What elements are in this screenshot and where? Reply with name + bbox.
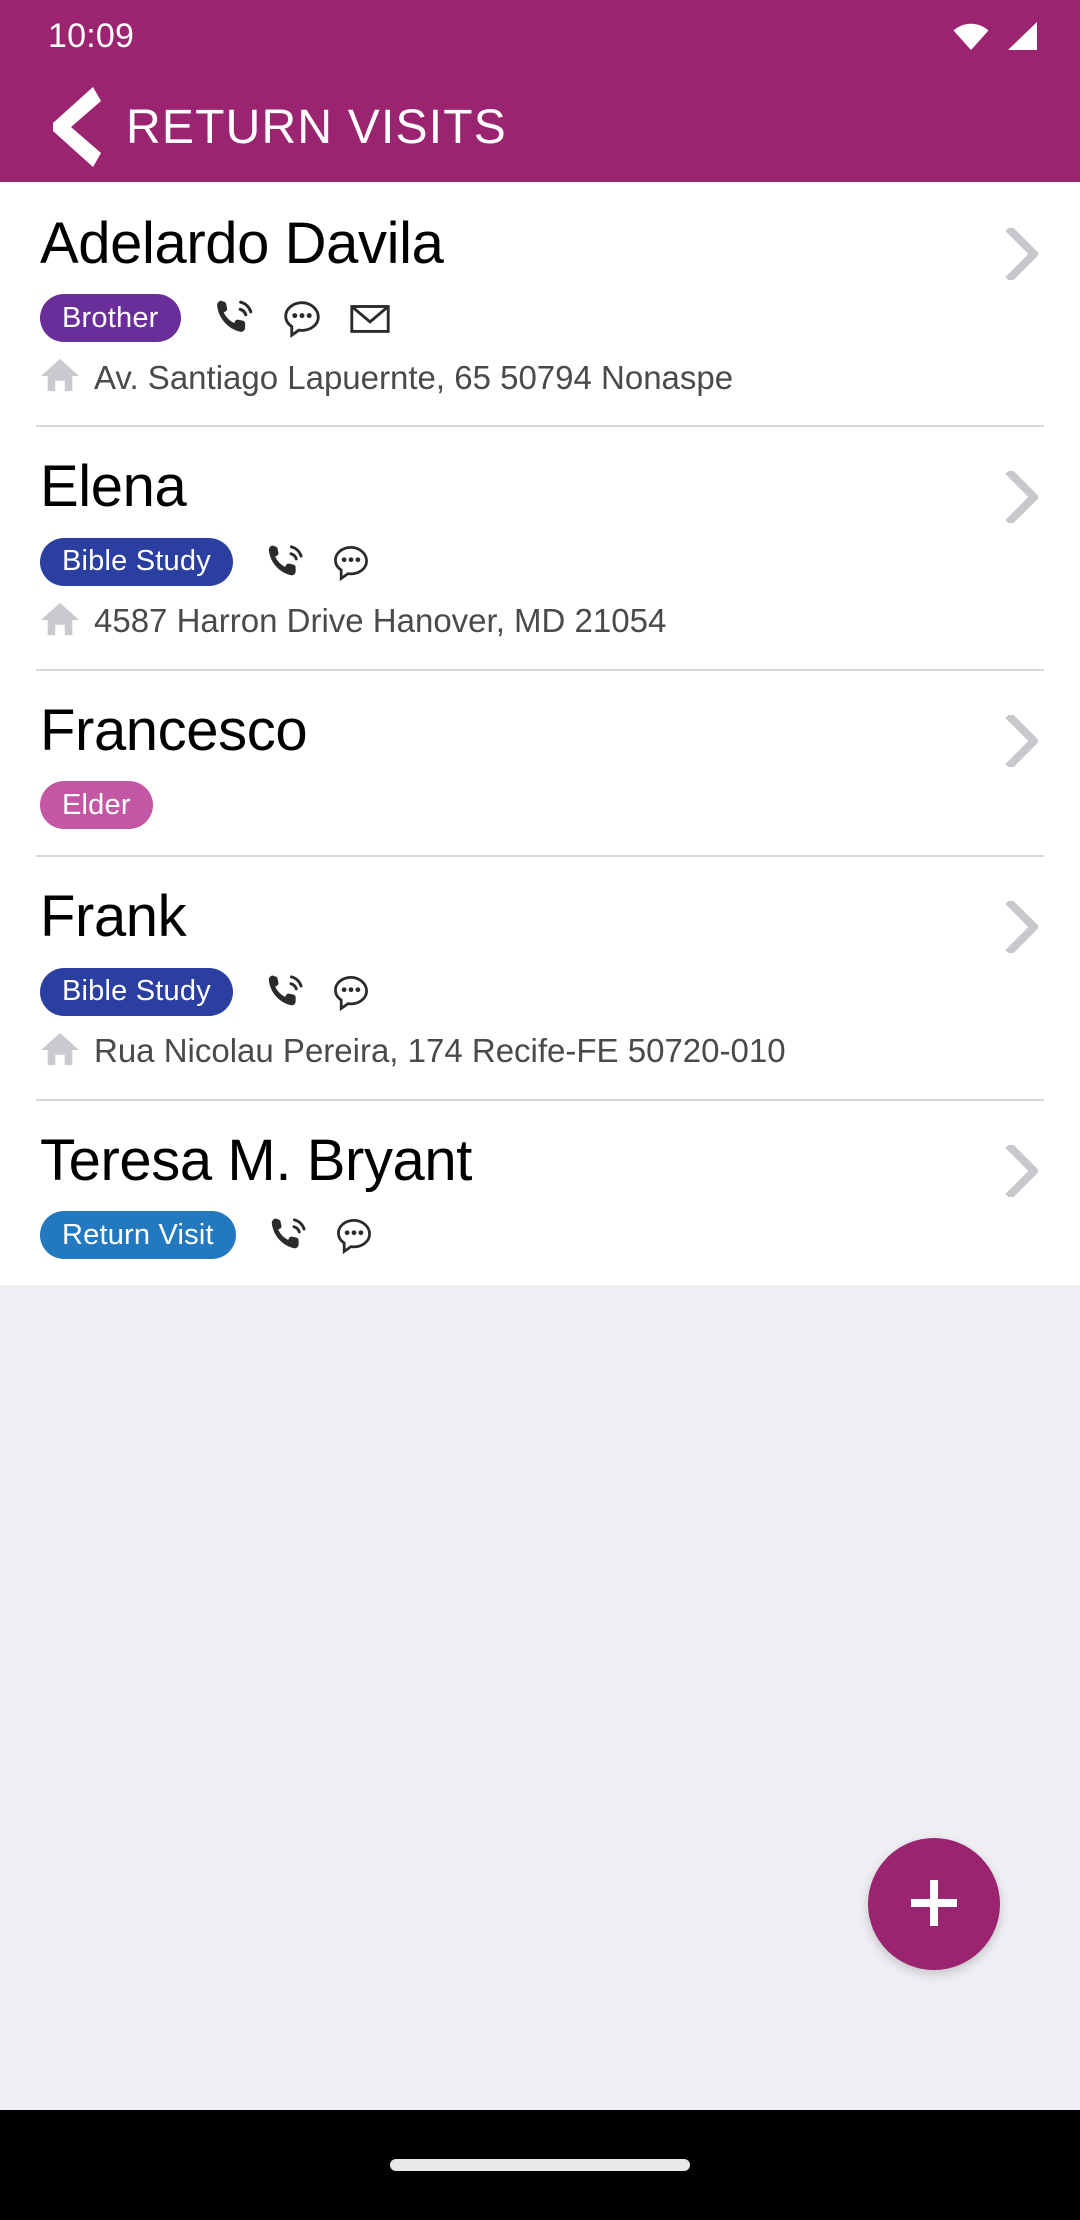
list-item[interactable]: Frank Bible Study [0,855,1080,1098]
system-nav-bar [0,2110,1080,2220]
contact-address: 4587 Harron Drive Hanover, MD 21054 [94,602,666,640]
contact-meta-row: Bible Study [40,968,1046,1016]
status-badge[interactable]: Brother [40,294,181,342]
home-icon [40,1030,80,1073]
divider [36,855,1044,857]
status-bar-icons [952,21,1038,51]
phone-icon[interactable] [266,1213,310,1257]
back-chevron-icon[interactable] [40,85,112,169]
list-item[interactable]: Elena Bible Study [0,425,1080,668]
contact-actions [211,295,393,341]
contact-actions [266,1213,376,1257]
contact-address-row: Av. Santiago Lapuernte, 65 50794 Nonaspe [40,356,1046,399]
app-screen: 10:09 RETURN VISITS Adelardo D [0,0,1080,2220]
contact-address: Av. Santiago Lapuernte, 65 50794 Nonaspe [94,359,733,397]
list-item[interactable]: Teresa M. Bryant Return Visit [0,1099,1080,1285]
add-contact-fab[interactable] [868,1838,1000,1970]
message-icon[interactable] [329,970,373,1014]
page-title: RETURN VISITS [126,100,507,155]
contact-actions [263,970,373,1014]
divider [36,1099,1044,1101]
plus-icon [903,1872,965,1937]
chevron-right-icon[interactable] [1004,228,1038,285]
contact-actions [263,540,373,584]
contact-meta-row: Return Visit [40,1211,1046,1259]
contact-name: Elena [40,453,1046,521]
empty-content-area [0,1285,1080,2110]
contact-name: Frank [40,883,1046,951]
message-icon[interactable] [329,540,373,584]
list-item[interactable]: Francesco Elder [0,669,1080,855]
email-icon[interactable] [347,295,393,341]
message-icon[interactable] [279,295,325,341]
status-clock: 10:09 [48,17,134,56]
contact-meta-row: Bible Study [40,538,1046,586]
contact-list: Adelardo Davila Brother [0,182,1080,1285]
contact-name: Teresa M. Bryant [40,1127,1046,1195]
status-badge[interactable]: Return Visit [40,1211,236,1259]
status-bar: 10:09 [0,0,1080,72]
home-icon [40,600,80,643]
list-item[interactable]: Adelardo Davila Brother [0,182,1080,425]
chevron-right-icon[interactable] [1004,901,1038,958]
contact-address-row: Rua Nicolau Pereira, 174 Recife-FE 50720… [40,1030,1046,1073]
status-badge[interactable]: Bible Study [40,968,233,1016]
contact-meta-row: Brother [40,294,1046,342]
signal-icon [1004,21,1038,51]
contact-name: Adelardo Davila [40,210,1046,278]
divider [36,669,1044,671]
contact-name: Francesco [40,697,1046,765]
wifi-icon [952,21,990,51]
phone-icon[interactable] [211,295,257,341]
chevron-right-icon[interactable] [1004,471,1038,528]
status-badge[interactable]: Elder [40,781,153,829]
chevron-right-icon[interactable] [1004,715,1038,772]
home-gesture-pill[interactable] [390,2159,690,2171]
message-icon[interactable] [332,1213,376,1257]
app-bar: RETURN VISITS [0,72,1080,182]
phone-icon[interactable] [263,540,307,584]
contact-meta-row: Elder [40,781,1046,829]
contact-address-row: 4587 Harron Drive Hanover, MD 21054 [40,600,1046,643]
phone-icon[interactable] [263,970,307,1014]
status-badge[interactable]: Bible Study [40,538,233,586]
chevron-right-icon[interactable] [1004,1145,1038,1202]
divider [36,425,1044,427]
home-icon [40,356,80,399]
contact-address: Rua Nicolau Pereira, 174 Recife-FE 50720… [94,1032,786,1070]
